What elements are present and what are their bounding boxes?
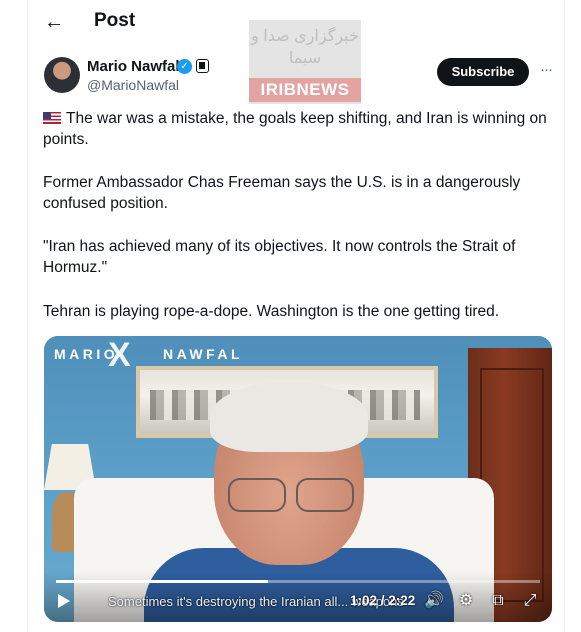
- video-player[interactable]: MARIO NAWFAL X Sometimes it's destroying…: [44, 336, 552, 622]
- back-arrow-icon[interactable]: ←: [42, 10, 66, 34]
- subscribe-button[interactable]: Subscribe: [437, 58, 529, 86]
- page-title: Post: [94, 10, 136, 31]
- post-text-paragraph-1: The war was a mistake, the goals keep sh…: [43, 108, 558, 150]
- more-options-icon[interactable]: ···: [535, 58, 557, 86]
- post-text-paragraph-2: Former Ambassador Chas Freeman says the …: [43, 174, 521, 212]
- author-handle[interactable]: @MarioNawfal: [87, 77, 179, 93]
- iribnews-watermark: خبرگزاری صدا و سیما IRIBNEWS: [249, 20, 361, 104]
- post-text-paragraph-3: "Iran has achieved many of its objective…: [43, 238, 516, 276]
- avatar[interactable]: [44, 57, 80, 93]
- author-name[interactable]: Mario Nawfal: [87, 58, 180, 75]
- post-line-1: The war was a mistake, the goals keep sh…: [43, 110, 547, 148]
- watermark-brand: IRIBNEWS: [249, 78, 361, 102]
- video-time: 1:02 / 2:22: [350, 593, 416, 608]
- pip-icon[interactable]: ⧉: [488, 591, 508, 611]
- watermark-persian-text: خبرگزاری صدا و سیما: [251, 28, 359, 67]
- settings-gear-icon[interactable]: ⚙: [456, 591, 476, 611]
- speaker-glasses: [224, 478, 354, 512]
- speaker-hair: [210, 382, 368, 452]
- video-progress-fill: [56, 580, 268, 583]
- video-progress-bar[interactable]: [56, 580, 540, 583]
- play-icon[interactable]: [58, 594, 70, 608]
- affiliation-badge-icon: [196, 59, 209, 73]
- video-brand-right: NAWFAL: [162, 346, 244, 362]
- video-brand: MARIO NAWFAL: [54, 346, 243, 362]
- verified-badge-icon: ✓: [177, 59, 192, 74]
- video-brand-x-logo: X: [108, 336, 131, 374]
- fullscreen-icon[interactable]: ⤢: [520, 591, 540, 611]
- post-text-paragraph-4: Tehran is playing rope-a-dope. Washingto…: [43, 303, 500, 320]
- volume-icon[interactable]: 🔊: [424, 591, 444, 611]
- post-column: ← Post Mario Nawfal ✓ @MarioNawfal Subsc…: [27, 0, 565, 632]
- us-flag-icon: [43, 112, 61, 124]
